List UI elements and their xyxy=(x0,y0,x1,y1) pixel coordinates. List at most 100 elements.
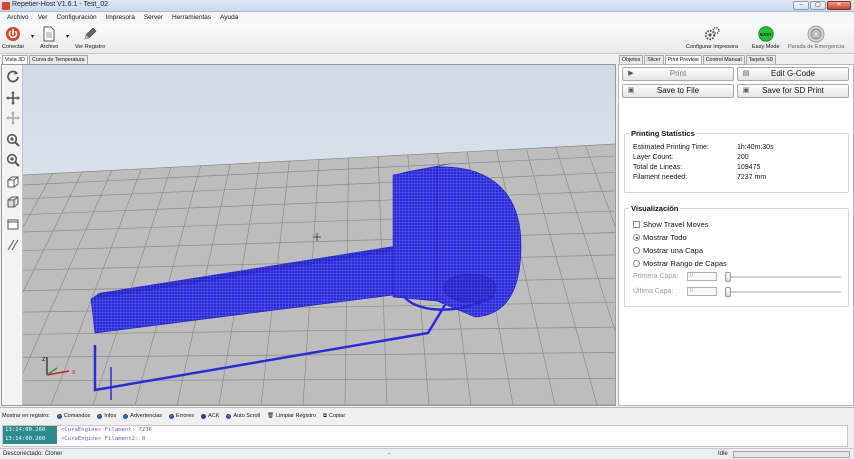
app-icon xyxy=(2,2,10,10)
save-to-file-label: Save to File xyxy=(656,86,700,95)
copy-log-button[interactable]: ⧉ Copiar xyxy=(323,413,345,420)
zoom-fit-icon[interactable] xyxy=(4,151,21,168)
stat-total-lines: Total de Lineas: 109475 xyxy=(633,164,760,171)
show-layer-range-radio[interactable] xyxy=(633,260,640,267)
stat-value: 200 xyxy=(737,154,749,161)
tab-sd-card[interactable]: Tarjeta SD xyxy=(745,55,777,64)
log-output[interactable]: 13:14:00.260 <CuraEngine> Filament: 7236… xyxy=(2,425,848,447)
log-option-errors[interactable]: Errores xyxy=(169,413,194,419)
show-travel-checkbox[interactable] xyxy=(633,221,640,228)
3d-viewport[interactable]: z x xyxy=(1,64,616,406)
log-message: <CuraEngine> Filament2: 0 xyxy=(61,436,146,442)
show-layer-range-option[interactable]: Mostrar Rango de Capas xyxy=(633,259,727,268)
edit-gcode-button[interactable]: ▤ Edit G-Code xyxy=(737,67,849,81)
move-view-icon[interactable] xyxy=(4,89,21,106)
move-object-icon[interactable] xyxy=(4,109,21,126)
progress-bar xyxy=(733,451,850,458)
emergency-stop-label: Parada de Emergencia xyxy=(788,44,845,50)
window-title: Repetier-Host V1.6.1 - Test_02 xyxy=(12,1,108,8)
menu-configuracion[interactable]: Configuración xyxy=(56,12,96,24)
menu-ayuda[interactable]: Ayuda xyxy=(220,12,238,24)
view-tabs: Vista 3D Curva de Temperatura xyxy=(2,55,88,64)
log-panel: Mostrar en registro: Comandos Infos Adve… xyxy=(0,407,854,448)
last-layer-spinner[interactable]: 0 xyxy=(687,287,717,296)
zoom-in-icon[interactable] xyxy=(4,131,21,148)
show-all-radio[interactable] xyxy=(633,234,640,241)
tab-slicer[interactable]: Slicer xyxy=(644,55,664,64)
iso-view-icon[interactable] xyxy=(4,173,21,190)
show-one-layer-radio[interactable] xyxy=(633,247,640,254)
show-layer-range-label: Mostrar Rango de Capas xyxy=(643,259,727,268)
log-line: 13:14:00.260 <CuraEngine> Filament2: 0 xyxy=(3,435,847,444)
menu-ver[interactable]: Ver xyxy=(38,12,48,24)
show-all-label: Mostrar Todo xyxy=(643,233,687,242)
save-sd-button[interactable]: ▣ Save for SD Print xyxy=(737,84,849,98)
stat-value: 1h:40m:30s xyxy=(737,144,774,151)
status-bar: Desconectado: Cloner - Idle xyxy=(0,448,854,459)
toggle-icon xyxy=(201,413,207,419)
save-to-file-button[interactable]: ▣ Save to File xyxy=(622,84,734,98)
reset-view-icon[interactable] xyxy=(4,67,21,84)
log-option-warnings[interactable]: Advertencias xyxy=(123,413,162,419)
log-show-label: Mostrar en registro: xyxy=(2,413,50,419)
connect-button[interactable]: Conectar xyxy=(2,25,24,51)
stat-label: Estimated Printing Time: xyxy=(633,144,709,151)
copy-icon: ⧉ xyxy=(323,412,327,419)
printing-statistics-group: Printing Statistics Estimated Printing T… xyxy=(624,129,849,193)
view-log-button[interactable]: Ver Registro xyxy=(75,25,105,51)
show-travel-moves-option[interactable]: Show Travel Moves xyxy=(633,220,708,229)
easy-mode-icon: EASY xyxy=(758,25,774,43)
menu-archivo[interactable]: Archivo xyxy=(7,12,29,24)
easy-mode-button[interactable]: EASY Easy Mode xyxy=(752,25,780,51)
connect-label: Conectar xyxy=(2,44,25,50)
file-dropdown-icon[interactable]: ▾ xyxy=(66,33,69,40)
menu-bar: Archivo Ver Configuración Impresora Serv… xyxy=(0,12,854,24)
log-option-autoscroll[interactable]: Auto Scroll xyxy=(226,413,260,419)
printer-config-button[interactable]: Configurar Impresora xyxy=(686,25,738,51)
close-button[interactable]: ✕ xyxy=(827,1,851,10)
print-preview-panel: ▶ Print ▤ Edit G-Code ▣ Save to File ▣ S… xyxy=(618,64,854,406)
wireframe-icon[interactable] xyxy=(4,235,21,252)
log-line: 13:14:00.260 <CuraEngine> Filament: 7236 xyxy=(3,426,847,435)
last-layer-row: Última Capa: 0 xyxy=(633,287,848,297)
last-layer-slider-thumb[interactable] xyxy=(725,287,731,297)
power-icon xyxy=(5,25,21,43)
file-button[interactable]: Archivo xyxy=(40,25,58,51)
tab-3d-view[interactable]: Vista 3D xyxy=(2,55,28,64)
emergency-stop-button[interactable]: Parada de Emergencia xyxy=(788,25,844,51)
print-scene[interactable]: z x xyxy=(23,65,615,405)
minimize-button[interactable]: – xyxy=(793,1,809,10)
tab-print-preview[interactable]: Print Preview xyxy=(664,55,702,64)
stat-value: 109475 xyxy=(737,164,761,171)
clear-log-button[interactable]: 🗑 Limpiar Registro xyxy=(267,413,316,419)
visualization-title: Visualización xyxy=(629,204,681,213)
toggle-icon xyxy=(56,413,62,419)
log-option-infos[interactable]: Infos xyxy=(97,413,116,419)
top-view-icon[interactable] xyxy=(4,215,21,232)
visualization-group: Visualización Show Travel Moves Mostrar … xyxy=(624,204,849,307)
maximize-button[interactable]: ▢ xyxy=(810,1,826,10)
menu-herramientas[interactable]: Herramientas xyxy=(172,12,211,24)
tab-manual-control[interactable]: Control Manual xyxy=(702,55,745,64)
tab-temperature-curve[interactable]: Curva de Temperatura xyxy=(28,55,88,64)
menu-impresora[interactable]: Impresora xyxy=(106,12,135,24)
log-timestamp: 13:14:00.260 xyxy=(3,435,57,444)
show-one-layer-option[interactable]: Mostrar una Capa xyxy=(633,246,703,255)
log-toolbar: Mostrar en registro: Comandos Infos Adve… xyxy=(2,411,345,421)
stat-value: 7237 mm xyxy=(737,174,767,181)
first-layer-slider-thumb[interactable] xyxy=(725,272,731,282)
log-option-ack[interactable]: ACK xyxy=(201,413,219,419)
idle-status: Idle xyxy=(718,451,728,457)
axis-x-label: x xyxy=(72,369,76,376)
connection-status: Desconectado: Cloner xyxy=(3,451,63,457)
log-option-commands[interactable]: Comandos xyxy=(56,413,90,419)
tab-objects[interactable]: Objetos xyxy=(619,55,644,64)
stat-label: Total de Lineas: xyxy=(633,164,683,171)
connect-dropdown-icon[interactable]: ▾ xyxy=(31,33,34,40)
print-button[interactable]: ▶ Print xyxy=(622,67,734,81)
show-all-option[interactable]: Mostrar Todo xyxy=(633,233,687,242)
first-layer-slider-track xyxy=(729,276,841,278)
front-view-icon[interactable] xyxy=(4,193,21,210)
menu-server[interactable]: Server xyxy=(144,12,163,24)
first-layer-spinner[interactable]: 0 xyxy=(687,272,717,281)
